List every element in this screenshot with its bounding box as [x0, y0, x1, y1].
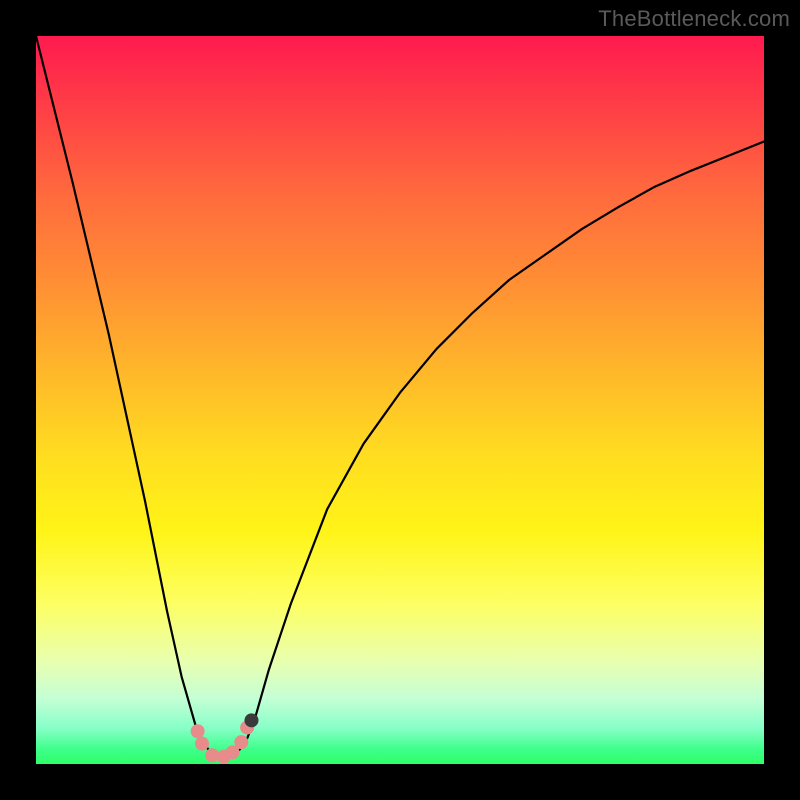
watermark-text: TheBottleneck.com	[598, 6, 790, 32]
dot-right-1	[234, 735, 248, 749]
bottleneck-curve	[36, 36, 764, 757]
dot-dark	[244, 713, 258, 727]
chart-frame: TheBottleneck.com	[0, 0, 800, 800]
plot-area	[36, 36, 764, 764]
dot-right-2	[240, 721, 254, 735]
dot-bottom-3	[226, 745, 240, 759]
dot-bottom-1	[205, 748, 219, 762]
curve-markers	[191, 713, 259, 763]
dot-left-2	[195, 737, 209, 751]
curve-svg	[36, 36, 764, 764]
dot-left-1	[191, 724, 205, 738]
dot-bottom-2	[217, 750, 231, 764]
